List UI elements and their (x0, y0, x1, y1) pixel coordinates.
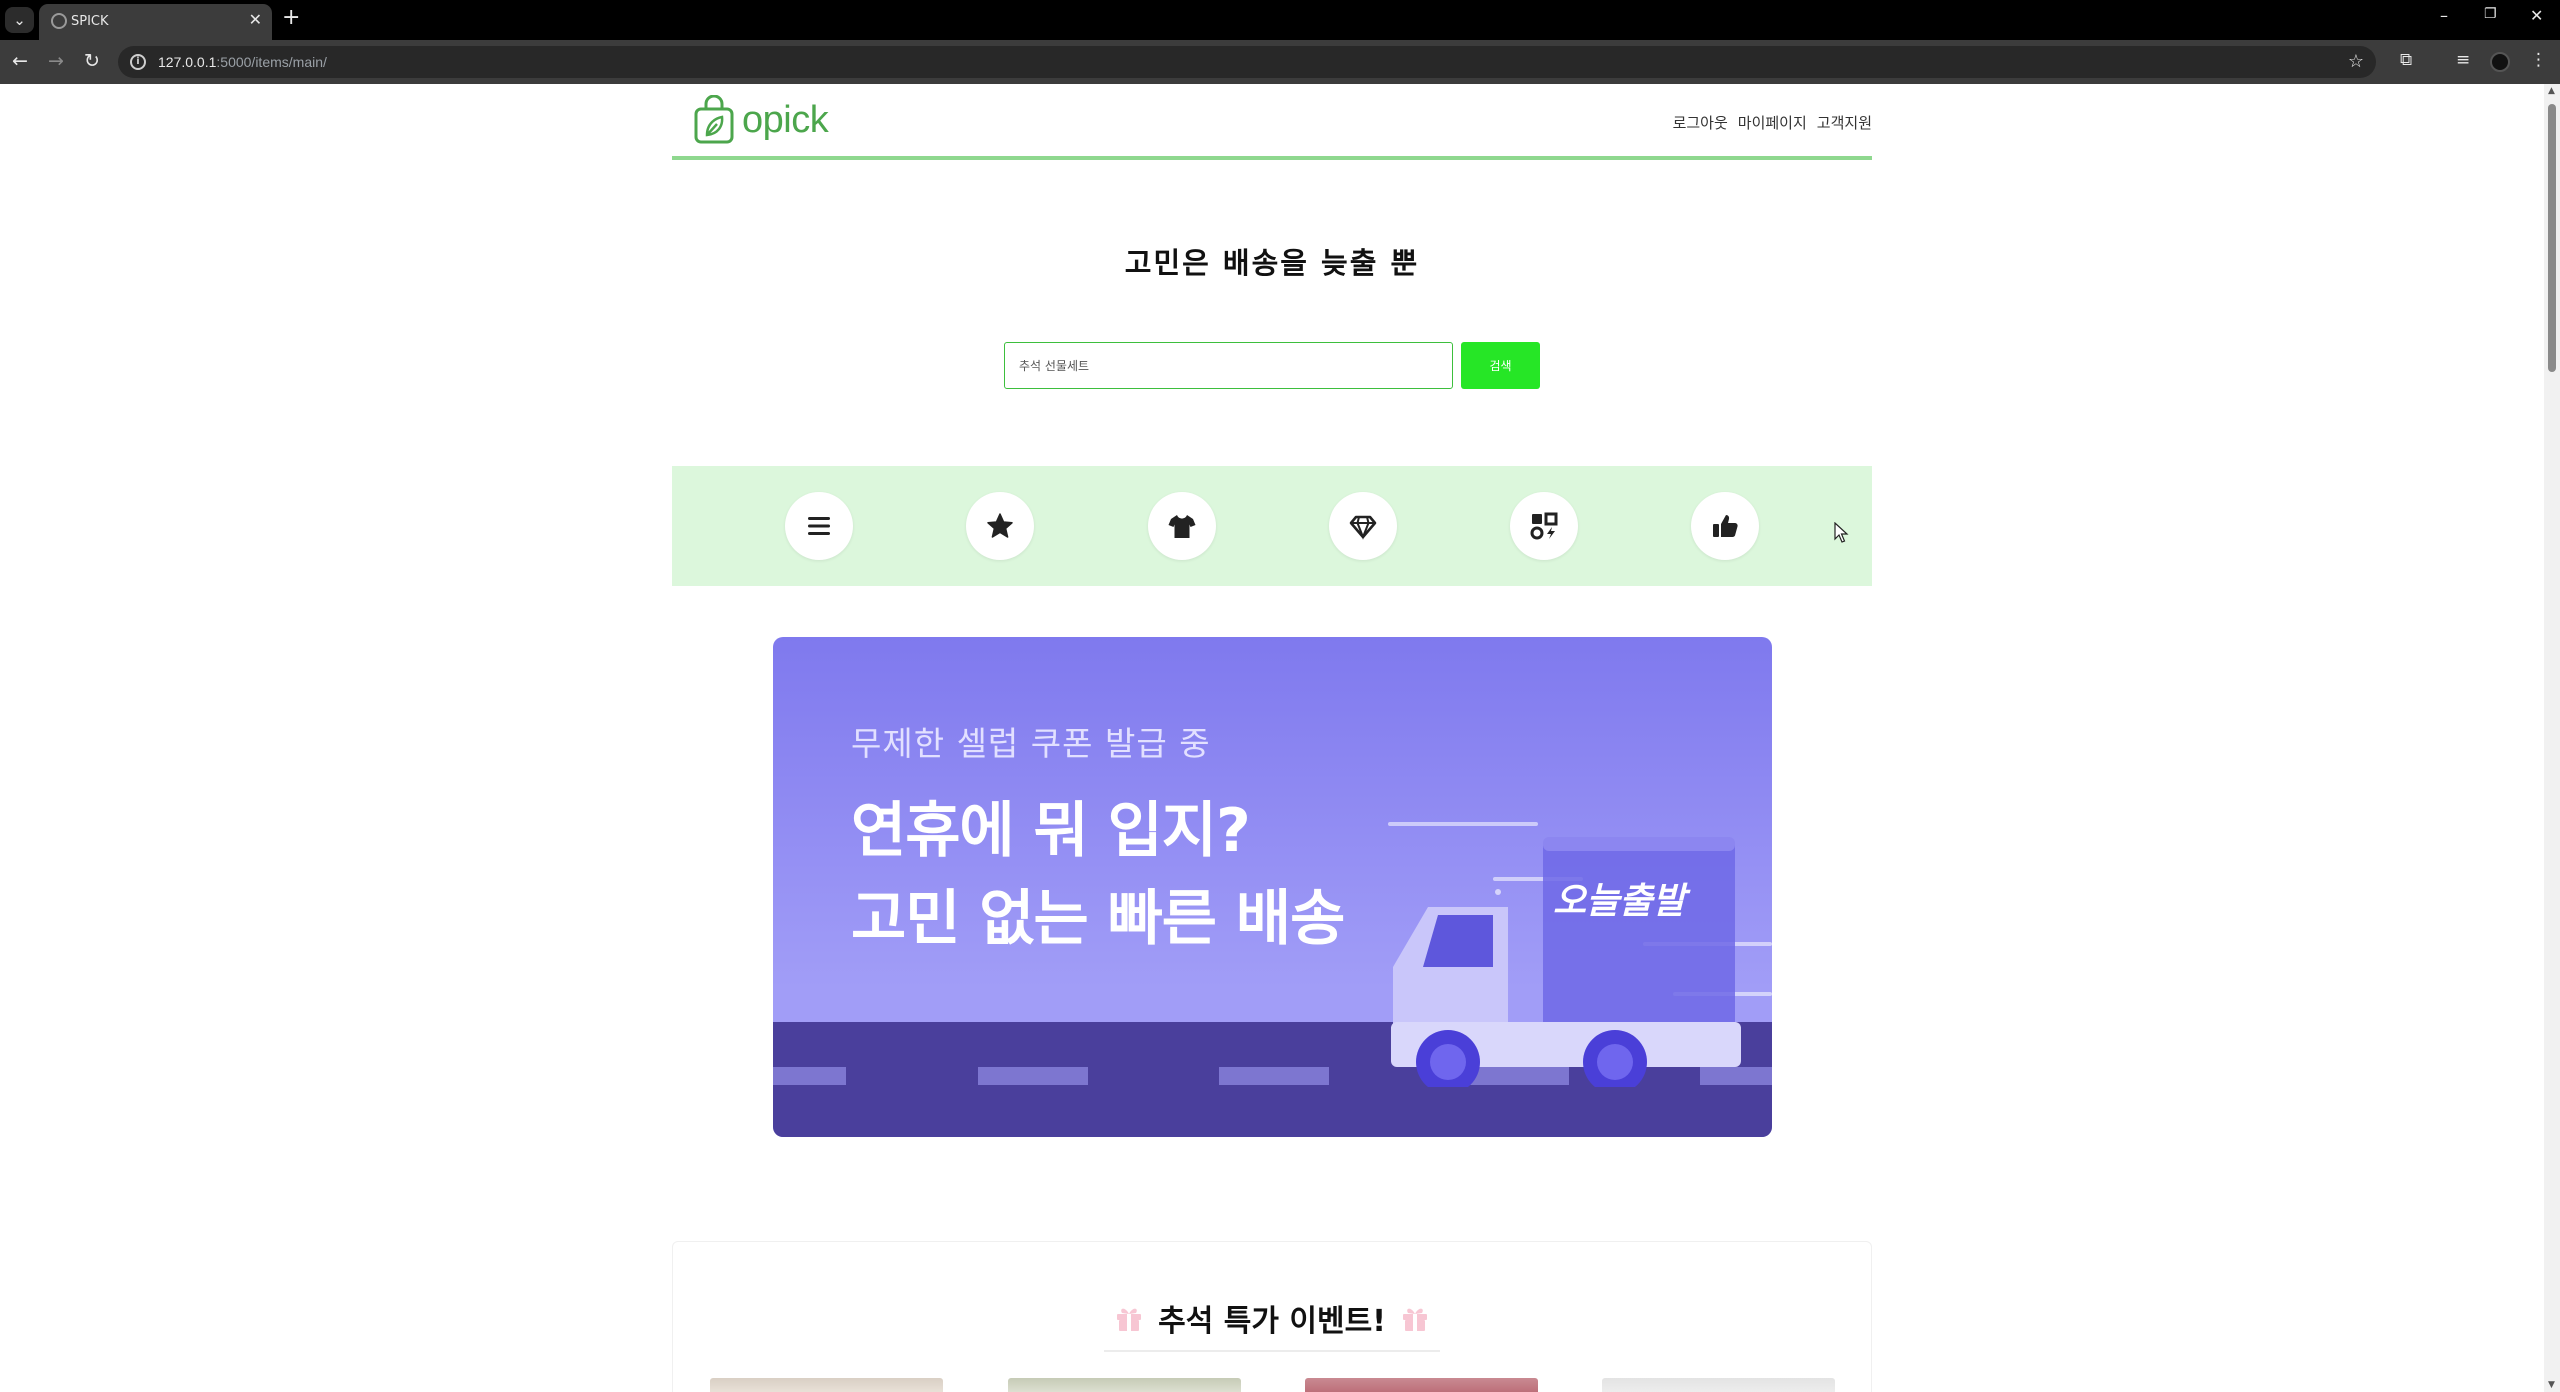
product-thumbnail[interactable] (710, 1378, 943, 1392)
site-info-icon[interactable]: i (130, 54, 146, 70)
banner-headline-2: 고민 없는 빠른 배송 (851, 884, 1345, 954)
category-all-button[interactable] (785, 492, 853, 560)
window-close-icon[interactable]: ✕ (2530, 6, 2543, 25)
extensions-puzzle-icon[interactable]: ⧉ (2400, 50, 2412, 70)
truck-label: 오늘출발 (1553, 881, 1686, 922)
restore-icon[interactable]: ❐ (2484, 6, 2497, 22)
reload-icon[interactable]: ↻ (84, 50, 100, 72)
road-lane-mark (1219, 1067, 1329, 1085)
address-bar[interactable]: i 127.0.0.1:5000/items/main/ ☆ (118, 46, 2376, 78)
hero-title: 고민은 배송을 늦출 뿐 (1124, 246, 1420, 280)
logo-text: opick (742, 98, 829, 141)
gift-icon (1117, 1308, 1142, 1331)
star-icon (987, 513, 1013, 538)
page-scrollbar[interactable]: ▲ ▼ (2544, 84, 2560, 1392)
shopping-bag-logo-icon (694, 95, 734, 144)
road-lane-mark (773, 1067, 846, 1085)
scroll-down-arrow-icon[interactable]: ▼ (2548, 1380, 2555, 1390)
scroll-up-arrow-icon[interactable]: ▲ (2548, 86, 2555, 96)
profile-avatar[interactable] (2490, 52, 2510, 72)
category-clothing-button[interactable] (1148, 492, 1216, 560)
tab-close-icon[interactable]: ✕ (249, 10, 262, 29)
tab-title: SPICK (71, 14, 109, 29)
category-recommended-button[interactable] (1691, 492, 1759, 560)
product-thumbnail[interactable] (1305, 1378, 1538, 1392)
product-thumbnail[interactable] (1008, 1378, 1241, 1392)
minimize-icon[interactable]: – (2440, 6, 2448, 25)
thumbs-up-icon (1713, 515, 1738, 537)
nav-support-link[interactable]: 고객지원 (1817, 112, 1872, 133)
mouse-cursor-icon (1834, 522, 1849, 543)
nav-mypage-link[interactable]: 마이페이지 (1738, 112, 1807, 133)
promo-banner[interactable]: 무제한 셀럽 쿠폰 발급 중 연휴에 뭐 입지? 고민 없는 빠른 배송 오늘출… (773, 637, 1772, 1137)
category-jewelry-button[interactable] (1329, 492, 1397, 560)
bookmark-star-icon[interactable]: ☆ (2348, 51, 2364, 72)
banner-headline-1: 연휴에 뭐 입지? (851, 796, 1251, 866)
browser-tab-bar: ⌄ SPICK ✕ + – ❐ ✕ (0, 0, 2560, 40)
search-button[interactable]: 검색 (1461, 342, 1540, 389)
page-viewport: opick 로그아웃 마이페이지 고객지원 고민은 배송을 늦출 뿐 검색 (0, 84, 2544, 1392)
browser-tab[interactable]: SPICK ✕ (39, 4, 272, 40)
tab-search-chevron-icon[interactable]: ⌄ (5, 7, 34, 33)
browser-toolbar: ← → ↻ i 127.0.0.1:5000/items/main/ ☆ ⧉ ≡… (0, 40, 2560, 84)
new-tab-plus-icon[interactable]: + (282, 5, 300, 30)
banner-subtitle: 무제한 셀럽 쿠폰 발급 중 (851, 724, 1211, 763)
delivery-truck-illustration (1391, 837, 1741, 1087)
site-logo[interactable]: opick (692, 92, 829, 148)
category-shapes-icon (1530, 512, 1558, 540)
gift-icon (1402, 1308, 1427, 1331)
globe-icon (51, 13, 67, 29)
event-title-underline (1104, 1350, 1440, 1352)
search-input[interactable] (1004, 342, 1453, 389)
category-star-button[interactable] (966, 492, 1034, 560)
back-arrow-icon[interactable]: ← (12, 50, 28, 72)
event-title-row: 추석 특가 이벤트! (0, 1296, 2544, 1340)
site-header: opick 로그아웃 마이페이지 고객지원 (672, 84, 1872, 160)
media-control-icon[interactable]: ≡ (2456, 50, 2470, 70)
event-title: 추석 특가 이벤트! (1158, 1304, 1386, 1339)
category-strip (672, 466, 1872, 586)
nav-logout-link[interactable]: 로그아웃 (1673, 112, 1728, 133)
scrollbar-thumb[interactable] (2548, 104, 2556, 372)
browser-menu-kebab-icon[interactable]: ⋮ (2530, 50, 2547, 70)
url-text: 127.0.0.1:5000/items/main/ (158, 54, 327, 70)
road-lane-mark (978, 1067, 1088, 1085)
tshirt-icon (1168, 515, 1196, 538)
product-thumbnail[interactable] (1602, 1378, 1835, 1392)
category-misc-button[interactable] (1510, 492, 1578, 560)
menu-icon (808, 517, 830, 535)
header-nav: 로그아웃 마이페이지 고객지원 (1673, 112, 1872, 133)
forward-arrow-icon[interactable]: → (48, 50, 64, 72)
gem-icon (1349, 515, 1377, 540)
